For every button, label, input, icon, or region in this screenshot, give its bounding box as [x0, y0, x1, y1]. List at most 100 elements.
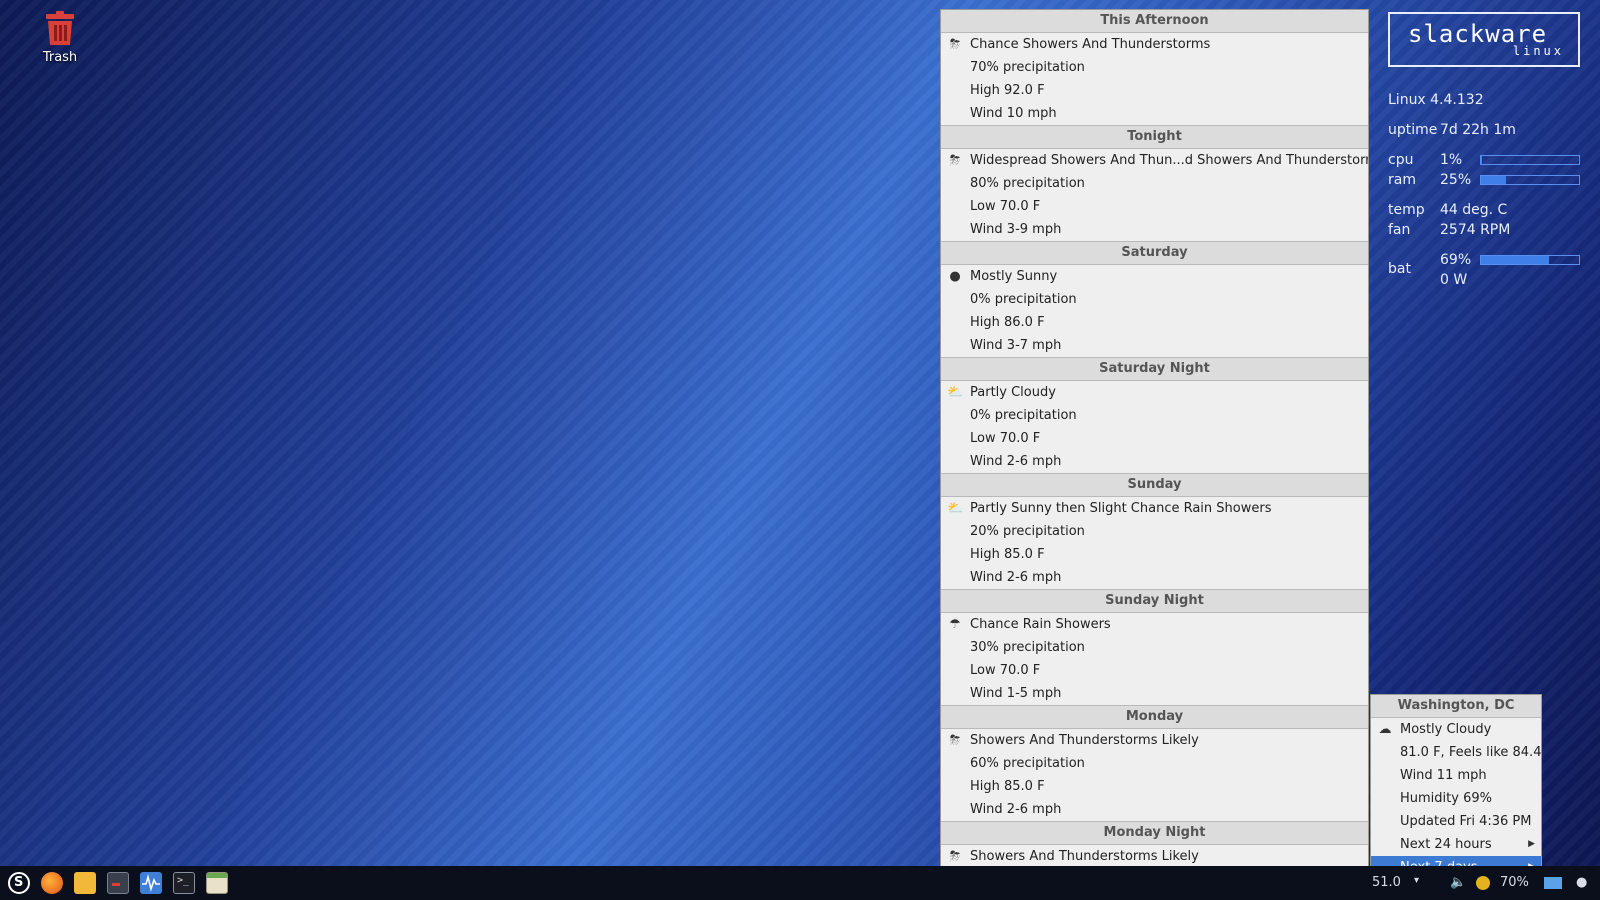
terminal-icon[interactable]: >_: [173, 872, 195, 894]
forecast-condition-item[interactable]: ⛈ Showers And Thunderstorms Likely: [941, 729, 1368, 752]
user-icon[interactable]: ●: [1576, 875, 1587, 890]
forecast-precip-item[interactable]: 20% precipitation: [941, 520, 1368, 543]
clock-fragment: 51.0: [1372, 875, 1401, 890]
current-humidity-item[interactable]: Humidity 69%: [1371, 787, 1541, 810]
forecast-temp-item[interactable]: High 86.0 F: [941, 311, 1368, 334]
forecast-condition-item[interactable]: ● Mostly Sunny: [941, 265, 1368, 288]
current-wind-item[interactable]: Wind 11 mph: [1371, 764, 1541, 787]
thunderstorm-icon: ⛈: [949, 849, 961, 864]
update-notifier-icon[interactable]: [1476, 876, 1490, 890]
start-menu-icon[interactable]: S: [8, 872, 30, 894]
next-24-hours-item[interactable]: Next 24 hours ▶: [1371, 833, 1541, 856]
forecast-condition-item[interactable]: ⛈ Widespread Showers And Thun...d Showers…: [941, 149, 1368, 172]
forecast-wind-label: Wind 3-7 mph: [970, 338, 1062, 353]
forecast-wind-label: Wind 1-5 mph: [970, 686, 1062, 701]
taskbar: S >_ 51.0 ▾ 🔈 70% ●: [0, 866, 1600, 900]
firefox-icon[interactable]: [41, 872, 63, 894]
forecast-section-header: This Afternoon: [941, 10, 1368, 33]
file-manager-icon[interactable]: [74, 872, 96, 894]
rain-icon: ☂: [949, 617, 961, 632]
forecast-condition-item[interactable]: ⛅ Partly Cloudy: [941, 381, 1368, 404]
cpu-label: cpu: [1388, 152, 1414, 168]
forecast-condition-label: Showers And Thunderstorms Likely: [970, 733, 1199, 748]
forecast-temp-item[interactable]: High 92.0 F: [941, 79, 1368, 102]
system-monitor-icon[interactable]: [140, 872, 162, 894]
temp-value: 44 deg. C: [1440, 202, 1508, 218]
forecast-precip-item[interactable]: 30% precipitation: [941, 636, 1368, 659]
current-condition-item[interactable]: ☁ Mostly Cloudy: [1371, 718, 1541, 741]
system-monitor-widget: slackware linux Linux 4.4.132 uptime 7d …: [1380, 12, 1590, 288]
forecast-condition-label: Chance Showers And Thunderstorms: [970, 37, 1211, 52]
forecast-condition-item[interactable]: ☂ Chance Rain Showers: [941, 613, 1368, 636]
forecast-wind-item[interactable]: Wind 2-6 mph: [941, 450, 1368, 473]
forecast-precip-label: 80% precipitation: [970, 176, 1085, 191]
text-editor-icon[interactable]: [206, 872, 228, 894]
forecast-wind-label: Wind 2-6 mph: [970, 802, 1062, 817]
ram-row: ram 25%: [1388, 172, 1580, 188]
forecast-temp-item[interactable]: Low 70.0 F: [941, 659, 1368, 682]
forecast-temp-item[interactable]: Low 70.0 F: [941, 195, 1368, 218]
forecast-wind-item[interactable]: Wind 10 mph: [941, 102, 1368, 125]
fan-value: 2574 RPM: [1440, 222, 1511, 238]
ram-value: 25%: [1440, 172, 1472, 188]
forecast-condition-item[interactable]: ⛈ Chance Showers And Thunderstorms: [941, 33, 1368, 56]
desktop-trash[interactable]: Trash: [30, 10, 90, 65]
bat-bar: [1480, 255, 1580, 265]
show-desktop-icon[interactable]: [1544, 877, 1562, 889]
sun-icon: ●: [949, 269, 961, 284]
forecast-section-header: Sunday Night: [941, 589, 1368, 613]
forecast-temp-item[interactable]: Low 70.0 F: [941, 427, 1368, 450]
slackware-logo: slackware linux: [1388, 12, 1580, 67]
forecast-precip-item[interactable]: 0% precipitation: [941, 404, 1368, 427]
location-title: Washington, DC: [1371, 695, 1541, 718]
forecast-wind-item[interactable]: Wind 2-6 mph: [941, 798, 1368, 821]
network-icon[interactable]: ▾: [1414, 875, 1419, 886]
forecast-wind-item[interactable]: Wind 3-7 mph: [941, 334, 1368, 357]
forecast-precip-label: 20% precipitation: [970, 524, 1085, 539]
bat-row: bat 69%: [1388, 252, 1580, 277]
battery-fragment: 70%: [1500, 875, 1529, 890]
forecast-condition-label: Widespread Showers And Thun...d Showers …: [970, 153, 1368, 168]
forecast-temp-item[interactable]: High 85.0 F: [941, 775, 1368, 798]
cpu-value: 1%: [1440, 152, 1463, 168]
forecast-precip-item[interactable]: 70% precipitation: [941, 56, 1368, 79]
forecast-condition-item[interactable]: ⛈ Showers And Thunderstorms Likely: [941, 845, 1368, 868]
forecast-condition-label: Mostly Sunny: [970, 269, 1058, 284]
trash-icon: [46, 11, 74, 45]
temp-label: temp: [1388, 202, 1425, 218]
cpu-bar-fill: [1481, 156, 1482, 164]
forecast-temp-item[interactable]: High 85.0 F: [941, 543, 1368, 566]
forecast-precip-item[interactable]: 80% precipitation: [941, 172, 1368, 195]
forecast-condition-item[interactable]: ⛅ Partly Sunny then Slight Chance Rain Sh…: [941, 497, 1368, 520]
updated-item[interactable]: Updated Fri 4:36 PM: [1371, 810, 1541, 833]
forecast-section-header: Tonight: [941, 125, 1368, 149]
forecast-wind-item[interactable]: Wind 1-5 mph: [941, 682, 1368, 705]
forecast-wind-item[interactable]: Wind 3-9 mph: [941, 218, 1368, 241]
bat-label: bat: [1388, 261, 1411, 277]
forecast-precip-item[interactable]: 0% precipitation: [941, 288, 1368, 311]
forecast-condition-label: Chance Rain Showers: [970, 617, 1111, 632]
forecast-precip-item[interactable]: 60% precipitation: [941, 752, 1368, 775]
terminal-red-icon[interactable]: [107, 872, 129, 894]
forecast-condition-label: Partly Cloudy: [970, 385, 1056, 400]
forecast-wind-label: Wind 2-6 mph: [970, 570, 1062, 585]
fan-row: fan 2574 RPM: [1388, 222, 1510, 238]
partly-sunny-icon: ⛅: [947, 501, 964, 516]
forecast-menu: This Afternoon ⛈ Chance Showers And Thunde…: [940, 9, 1369, 900]
forecast-wind-label: Wind 3-9 mph: [970, 222, 1062, 237]
forecast-precip-label: 30% precipitation: [970, 640, 1085, 655]
ram-label: ram: [1388, 172, 1416, 188]
forecast-precip-label: 0% precipitation: [970, 292, 1077, 307]
bat-value: 69%: [1440, 252, 1472, 268]
current-temp-item[interactable]: 81.0 F, Feels like 84.4 F: [1371, 741, 1541, 764]
forecast-temp-label: High 92.0 F: [970, 83, 1045, 98]
bat-bar-fill: [1481, 256, 1549, 264]
forecast-wind-item[interactable]: Wind 2-6 mph: [941, 566, 1368, 589]
logo-sub-text: linux: [1512, 44, 1564, 58]
volume-icon[interactable]: 🔈: [1450, 875, 1466, 890]
forecast-section-header: Monday: [941, 705, 1368, 729]
thunderstorm-icon: ⛈: [949, 37, 961, 52]
forecast-wind-label: Wind 10 mph: [970, 106, 1057, 121]
forecast-section-header: Monday Night: [941, 821, 1368, 845]
forecast-precip-label: 60% precipitation: [970, 756, 1085, 771]
